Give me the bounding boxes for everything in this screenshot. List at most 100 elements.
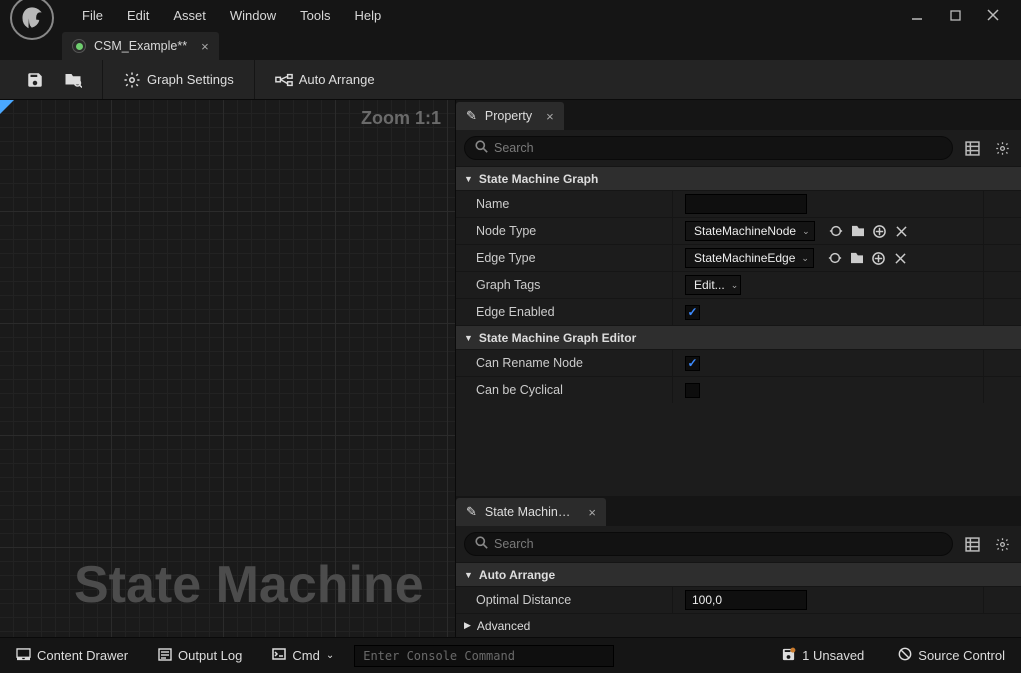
property-search-row (456, 130, 1021, 166)
auto-arrange-label: Auto Arrange (299, 72, 375, 87)
prop-edge-type-value: StateMachineEdge (694, 251, 795, 265)
section-advanced[interactable]: ▶ Advanced (456, 613, 1021, 637)
section-title: State Machine Graph (479, 172, 598, 186)
minimize-button[interactable] (903, 4, 931, 26)
section-auto-arrange[interactable]: ▼ Auto Arrange (456, 562, 1021, 586)
property-search-input[interactable] (488, 141, 942, 155)
chevron-right-icon: ▶ (464, 620, 471, 631)
property-tab-label: Property (485, 109, 532, 123)
graph-viewport[interactable]: Zoom 1:1 State Machine (0, 100, 456, 637)
prop-name-label: Name (456, 197, 672, 211)
prop-can-cyclical-label: Can be Cyclical (456, 383, 672, 397)
menu-edit[interactable]: Edit (117, 4, 159, 27)
property-settings-button[interactable] (991, 137, 1013, 159)
right-column: ✎ Property × ▼ State Machine Graph (456, 100, 1021, 637)
menu-help[interactable]: Help (344, 4, 391, 27)
editor-search-input[interactable] (488, 537, 942, 551)
console-input[interactable] (354, 645, 614, 667)
new-asset-icon[interactable] (871, 222, 889, 240)
prop-graph-tags-label: Graph Tags (456, 278, 672, 292)
prop-can-rename-checkbox[interactable] (685, 356, 700, 371)
editor-search-box[interactable] (464, 532, 953, 556)
editor-tab[interactable]: ✎ State Machine E… × (456, 498, 606, 526)
section-state-machine-graph[interactable]: ▼ State Machine Graph (456, 166, 1021, 190)
property-panel-body: ▼ State Machine Graph Name Node Type Sta… (456, 166, 1021, 403)
section-advanced-label: Advanced (477, 619, 530, 633)
prop-graph-tags: Graph Tags Edit... ⌄ (456, 271, 1021, 298)
chevron-down-icon: ▼ (464, 570, 473, 580)
use-selected-icon[interactable] (827, 222, 845, 240)
property-search-box[interactable] (464, 136, 953, 160)
section-state-machine-graph-editor[interactable]: ▼ State Machine Graph Editor (456, 325, 1021, 349)
auto-arrange-button[interactable]: Auto Arrange (265, 65, 385, 95)
property-tabrow: ✎ Property × (456, 100, 1021, 130)
graph-settings-button[interactable]: Graph Settings (113, 65, 244, 95)
section-title: Auto Arrange (479, 568, 555, 582)
content-drawer-button[interactable]: Content Drawer (6, 645, 138, 667)
prop-graph-tags-dropdown[interactable]: Edit... ⌄ (685, 275, 741, 295)
close-button[interactable] (979, 4, 1007, 26)
chevron-down-icon: ⌄ (731, 280, 739, 291)
editor-search-row (456, 526, 1021, 562)
asset-type-icon (72, 39, 86, 53)
prop-can-cyclical-checkbox[interactable] (685, 383, 700, 398)
search-icon (475, 536, 488, 552)
prop-name: Name (456, 190, 1021, 217)
menu-asset[interactable]: Asset (163, 4, 216, 27)
auto-arrange-icon (275, 71, 293, 89)
save-button[interactable] (16, 65, 54, 95)
clear-icon[interactable] (893, 222, 911, 240)
editor-matrix-button[interactable] (961, 533, 983, 555)
prop-optimal-distance-input[interactable] (685, 590, 807, 610)
content-drawer-label: Content Drawer (37, 648, 128, 663)
use-selected-icon[interactable] (826, 249, 844, 267)
viewport-corner-indicator (0, 100, 14, 114)
unsaved-button[interactable]: 1 Unsaved (771, 644, 874, 668)
prop-edge-enabled-label: Edge Enabled (456, 305, 672, 319)
menu-tools[interactable]: Tools (290, 4, 340, 27)
save-icon (26, 71, 44, 89)
property-matrix-button[interactable] (961, 137, 983, 159)
prop-edge-enabled-checkbox[interactable] (685, 305, 700, 320)
browse-to-asset-icon[interactable] (848, 249, 866, 267)
cmd-icon (272, 648, 286, 663)
menu-file[interactable]: File (72, 4, 113, 27)
prop-can-rename-label: Can Rename Node (456, 356, 672, 370)
prop-edge-type-dropdown[interactable]: StateMachineEdge ⌄ (685, 248, 814, 268)
menu-window[interactable]: Window (220, 4, 286, 27)
menu-items: File Edit Asset Window Tools Help (72, 4, 391, 27)
prop-can-cyclical: Can be Cyclical (456, 376, 1021, 403)
gear-icon (123, 71, 141, 89)
window-controls (903, 4, 1015, 26)
prop-node-type: Node Type StateMachineNode ⌄ (456, 217, 1021, 244)
prop-name-input[interactable] (685, 194, 807, 214)
document-tab-row: CSM_Example** × (0, 30, 1021, 60)
viewport-watermark: State Machine (74, 555, 424, 615)
tab-close-button[interactable]: × (201, 39, 209, 54)
browse-icon (64, 71, 82, 89)
prop-edge-type: Edge Type StateMachineEdge ⌄ (456, 244, 1021, 271)
prop-graph-tags-value: Edit... (694, 278, 725, 292)
editor-settings-button[interactable] (991, 533, 1013, 555)
output-log-button[interactable]: Output Log (148, 645, 252, 667)
editor-tab-label: State Machine E… (485, 505, 575, 519)
prop-node-type-dropdown[interactable]: StateMachineNode ⌄ (685, 221, 815, 241)
graph-settings-label: Graph Settings (147, 72, 234, 87)
bottom-bar: Content Drawer Output Log Cmd ⌄ 1 Unsave… (0, 637, 1021, 673)
browse-to-asset-icon[interactable] (849, 222, 867, 240)
document-tab[interactable]: CSM_Example** × (62, 32, 219, 60)
drawer-icon (16, 648, 31, 664)
browse-button[interactable] (54, 65, 92, 95)
editor-tab-close[interactable]: × (588, 505, 596, 520)
property-tab[interactable]: ✎ Property × (456, 102, 564, 130)
pencil-icon: ✎ (466, 108, 477, 124)
pencil-icon: ✎ (466, 504, 477, 520)
maximize-button[interactable] (941, 4, 969, 26)
new-asset-icon[interactable] (870, 249, 888, 267)
clear-icon[interactable] (892, 249, 910, 267)
cmd-selector[interactable]: Cmd ⌄ (262, 645, 344, 666)
property-tab-close[interactable]: × (546, 109, 554, 124)
document-tab-title: CSM_Example** (94, 39, 187, 53)
chevron-down-icon: ▼ (464, 333, 473, 343)
source-control-button[interactable]: Source Control (888, 644, 1015, 667)
